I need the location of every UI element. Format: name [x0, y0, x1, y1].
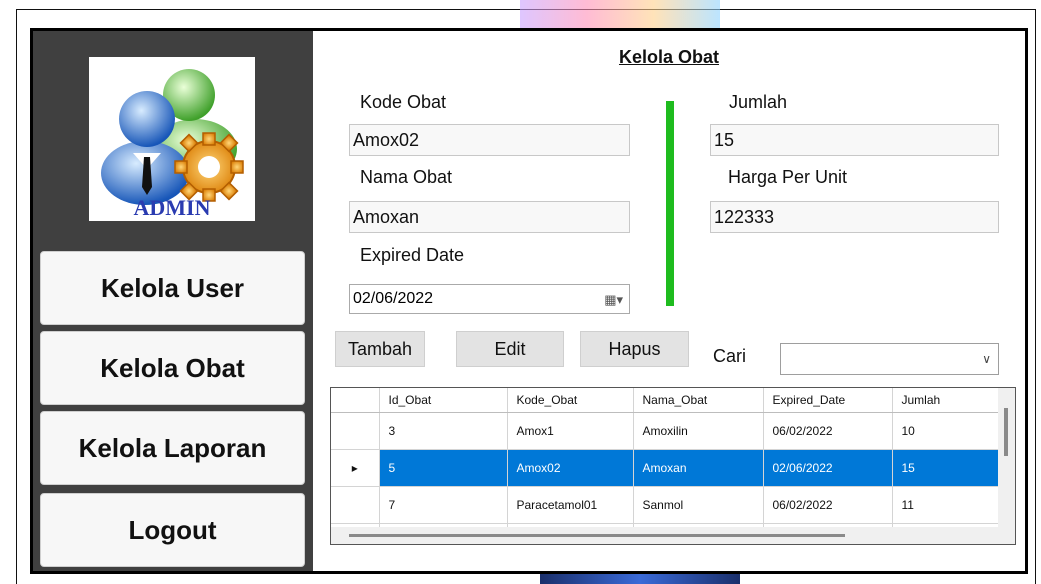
jumlah-label: Jumlah — [729, 92, 788, 112]
expired-date-value: 02/06/2022 — [353, 290, 434, 307]
column-header-expired-date[interactable]: Expired_Date — [763, 388, 893, 413]
tambah-button[interactable]: Tambah — [335, 331, 425, 367]
main-panel: Kelola Obat Kode Obat Amox02 Nama Obat A… — [313, 31, 1025, 571]
nama-obat-label: Nama Obat — [360, 167, 453, 187]
chevron-down-icon[interactable]: ∨ — [982, 352, 991, 366]
kelola-laporan-button[interactable]: Kelola Laporan — [40, 411, 305, 485]
green-divider — [666, 101, 674, 306]
vertical-scroll-thumb[interactable] — [1004, 408, 1008, 456]
table-row[interactable]: 3 Amox1 Amoxilin 06/02/2022 10 — [331, 412, 1001, 450]
expired-date-picker[interactable]: 02/06/2022 ▦▾ — [349, 284, 630, 314]
table-cell[interactable]: 06/02/2022 — [763, 412, 893, 450]
kelola-user-button[interactable]: Kelola User — [40, 251, 305, 325]
kode-obat-label: Kode Obat — [360, 92, 447, 112]
logo-text: ADMIN — [134, 195, 211, 220]
table-cell[interactable]: Sanmol — [633, 486, 764, 524]
admin-logo: ADMIN — [89, 57, 255, 221]
harga-per-unit-label: Harga Per Unit — [728, 167, 848, 187]
admin-users-gear-icon: ADMIN — [101, 69, 244, 220]
kode-obat-field[interactable]: Amox02 — [349, 124, 630, 156]
table-cell[interactable]: Paracetamol01 — [507, 486, 634, 524]
table-cell[interactable]: Amoxilin — [633, 412, 764, 450]
obat-data-grid[interactable]: Id_Obat Kode_Obat Nama_Obat Expired_Date… — [330, 387, 1016, 545]
table-cell[interactable]: 3 — [379, 412, 508, 450]
table-cell[interactable]: 7 — [379, 486, 508, 524]
app-window: ADMIN Kelola User Kelola Obat Kelola Lap… — [30, 28, 1028, 574]
cari-label: Cari — [713, 346, 747, 366]
table-cell[interactable]: Amoxan — [633, 449, 764, 487]
cari-combobox[interactable]: ∨ — [780, 343, 999, 375]
column-header-kode-obat[interactable]: Kode_Obat — [507, 388, 634, 413]
table-cell[interactable]: 02/06/2022 — [763, 449, 893, 487]
obat-table: Id_Obat Kode_Obat Nama_Obat Expired_Date… — [331, 388, 1001, 544]
logout-button[interactable]: Logout — [40, 493, 305, 567]
table-header-row: Id_Obat Kode_Obat Nama_Obat Expired_Date… — [331, 388, 1001, 413]
row-indicator-current[interactable]: ▸ — [331, 449, 380, 487]
calendar-dropdown-icon[interactable]: ▦▾ — [604, 292, 623, 308]
table-cell[interactable]: 15 — [892, 449, 1001, 487]
jumlah-field[interactable]: 15 — [710, 124, 999, 156]
table-cell[interactable]: 10 — [892, 412, 1001, 450]
table-cell[interactable]: Amox02 — [507, 449, 634, 487]
kelola-obat-button[interactable]: Kelola Obat — [40, 331, 305, 405]
column-header-jumlah[interactable]: Jumlah — [892, 388, 1001, 413]
row-indicator[interactable] — [331, 486, 380, 524]
harga-per-unit-field[interactable]: 122333 — [710, 201, 999, 233]
nama-obat-field[interactable]: Amoxan — [349, 201, 630, 233]
background-art-top — [520, 0, 720, 30]
sidebar: ADMIN Kelola User Kelola Obat Kelola Lap… — [33, 31, 313, 571]
horizontal-scrollbar[interactable] — [331, 527, 1015, 544]
page-title: Kelola Obat — [618, 47, 720, 67]
expired-date-label: Expired Date — [360, 245, 465, 265]
table-cell[interactable]: 11 — [892, 486, 1001, 524]
column-header-nama-obat[interactable]: Nama_Obat — [633, 388, 764, 413]
horizontal-scroll-thumb[interactable] — [349, 534, 845, 537]
vertical-scrollbar[interactable] — [998, 388, 1015, 528]
table-row[interactable]: 7 Paracetamol01 Sanmol 06/02/2022 11 — [331, 486, 1001, 524]
column-header-id-obat[interactable]: Id_Obat — [379, 388, 508, 413]
table-cell[interactable]: 06/02/2022 — [763, 486, 893, 524]
row-indicator[interactable] — [331, 412, 380, 450]
hapus-button[interactable]: Hapus — [580, 331, 689, 367]
table-cell[interactable]: 5 — [379, 449, 508, 487]
table-cell[interactable]: Amox1 — [507, 412, 634, 450]
row-header-corner — [331, 388, 380, 413]
table-row-selected[interactable]: ▸ 5 Amox02 Amoxan 02/06/2022 15 — [331, 449, 1001, 487]
edit-button[interactable]: Edit — [456, 331, 564, 367]
